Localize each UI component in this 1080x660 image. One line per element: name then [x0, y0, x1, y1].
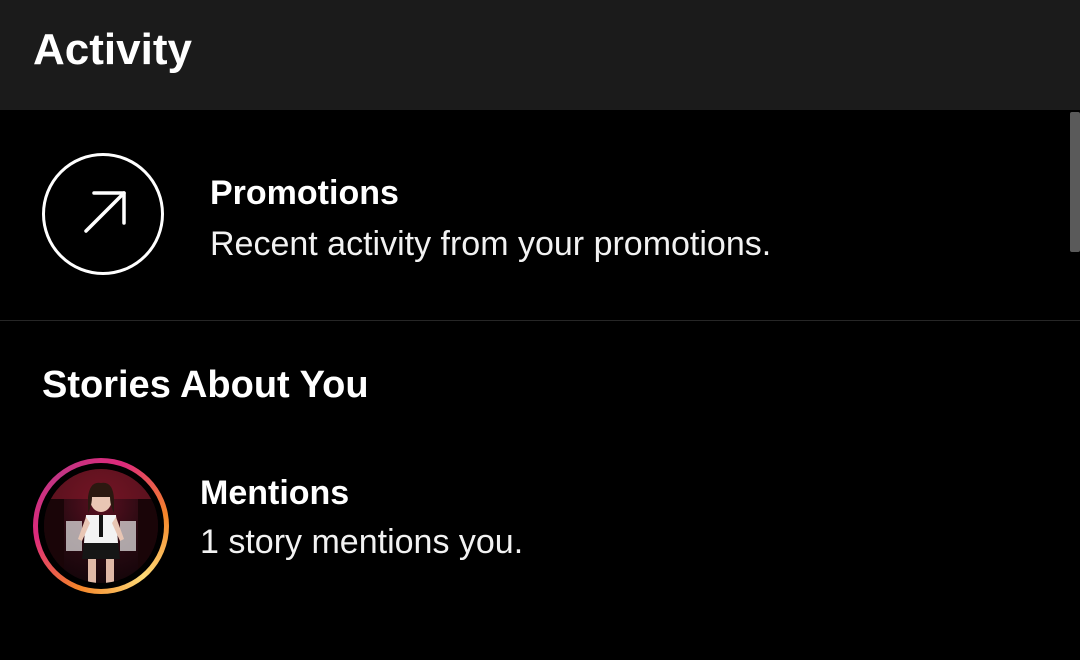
- story-ring[interactable]: [33, 458, 169, 594]
- mentions-row[interactable]: Mentions 1 story mentions you.: [0, 450, 1070, 600]
- divider: [0, 320, 1080, 321]
- mentions-subtitle: 1 story mentions you.: [200, 523, 524, 561]
- page-title: Activity: [33, 25, 192, 74]
- arrow-up-right-icon: [42, 153, 164, 275]
- promotions-subtitle: Recent activity from your promotions.: [210, 225, 772, 263]
- app-bar: Activity: [0, 0, 1080, 110]
- section-title-stories: Stories About You: [42, 364, 369, 406]
- promotions-row[interactable]: Promotions Recent activity from your pro…: [0, 110, 1070, 320]
- mentions-title: Mentions: [200, 474, 350, 512]
- avatar: [44, 469, 158, 583]
- scrollbar[interactable]: [1070, 112, 1080, 252]
- activity-list[interactable]: Promotions Recent activity from your pro…: [0, 110, 1080, 660]
- promotions-title: Promotions: [210, 174, 399, 212]
